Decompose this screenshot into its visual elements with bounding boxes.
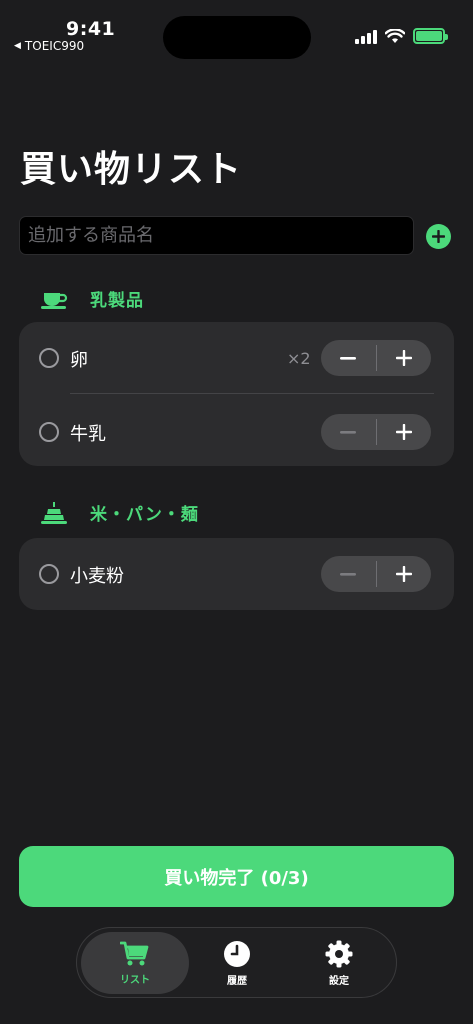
decrease-button[interactable] [321,340,376,376]
back-to-app-link[interactable]: ◀ TOEIC990 [14,39,84,53]
status-time: 9:41 [66,18,116,40]
status-icons [355,28,448,44]
item-name: 卵 [70,350,88,371]
minus-icon [340,572,357,576]
tab-label: 設定 [329,975,349,987]
tab-history[interactable]: 履歴 [183,932,291,994]
tab-bar: リスト 履歴 設定 [76,927,397,998]
back-arrow-icon: ◀ [14,41,21,51]
plus-icon [395,566,412,582]
list-item: 牛乳 [19,396,454,466]
quantity-stepper [321,556,431,592]
tab-label: リスト [120,974,150,986]
cake-icon [41,501,67,524]
list-item: 小麦粉 [19,538,454,608]
row-divider [70,393,434,394]
dynamic-island [163,16,311,59]
increase-button[interactable] [376,556,431,592]
item-checkbox[interactable] [39,348,59,368]
battery-charging-icon [413,28,448,44]
decrease-button[interactable] [321,414,376,450]
item-checkbox[interactable] [39,564,59,584]
complete-shopping-button[interactable]: 買い物完了 (0/3) [19,846,454,907]
section-title: 乳製品 [90,291,144,311]
cart-icon [120,941,149,965]
item-name: 小麦粉 [70,566,124,587]
status-bar: 9:41 ◀ TOEIC990 [0,0,473,60]
minus-icon [340,356,357,360]
increase-button[interactable] [376,414,431,450]
back-app-label: TOEIC990 [24,39,85,53]
coffee-cup-icon [41,292,68,309]
minus-icon [340,430,357,434]
item-checkbox[interactable] [39,422,59,442]
quantity-stepper [321,340,431,376]
plus-icon [395,424,412,440]
wifi-icon [385,28,405,43]
cellular-signal-icon [355,28,377,44]
section-header-grains: 米・パン・麺 [40,500,199,525]
item-name: 牛乳 [70,424,106,445]
quantity-stepper [321,414,431,450]
section-card-dairy: 卵 ×2 牛乳 [19,322,454,466]
add-item-input[interactable] [19,216,414,255]
section-card-grains: 小麦粉 [19,538,454,610]
decrease-button[interactable] [321,556,376,592]
plus-icon [432,230,445,243]
list-item: 卵 ×2 [19,322,454,392]
increase-button[interactable] [376,340,431,376]
gear-icon [325,940,353,967]
tab-settings[interactable]: 設定 [285,932,393,994]
section-title: 米・パン・麺 [90,505,199,525]
item-quantity: ×2 [287,349,311,368]
plus-icon [395,350,412,366]
add-item-button[interactable] [426,224,451,249]
clock-icon [224,940,250,967]
tab-label: 履歴 [227,975,247,987]
tab-list[interactable]: リスト [81,932,189,994]
section-header-dairy: 乳製品 [40,286,144,311]
page-title: 買い物リスト [20,149,243,190]
